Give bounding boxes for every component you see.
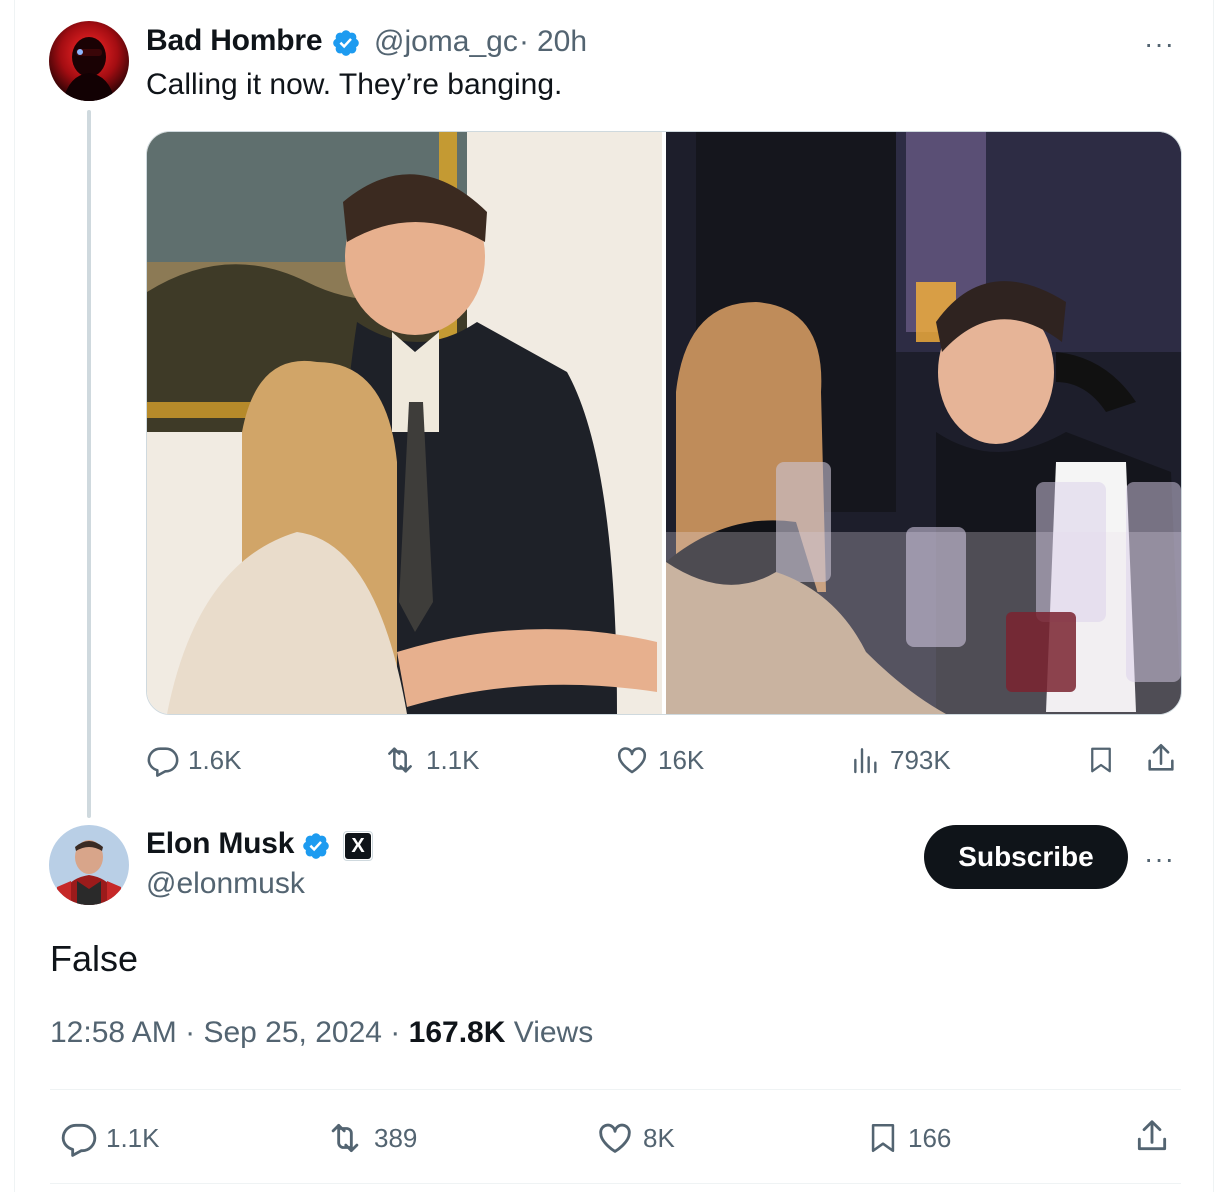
views-button[interactable]: 793K [850,743,951,777]
tweet-thread: Bad Hombre @joma_gc · 20h ··· Calling it… [0,0,1216,1192]
photo-left[interactable] [147,132,662,714]
divider [50,1089,1181,1090]
repost-icon [388,747,412,773]
x-logo-icon: X [345,833,371,859]
thread-connector-line [87,110,91,818]
like-count: 8K [643,1122,675,1153]
column-border-right [1213,0,1214,1192]
bookmark-icon [871,1123,895,1153]
views-label: Views [513,1016,594,1049]
verified-badge-icon[interactable] [301,831,331,861]
meta-separator: · [519,25,529,58]
share-button[interactable] [1133,1117,1171,1155]
more-options-icon[interactable]: ··· [1144,845,1175,873]
views-total: 167.8K [408,1016,506,1049]
repost-button[interactable]: 1.1K [382,743,480,777]
views-icon [854,748,877,774]
like-button[interactable]: 16K [614,743,704,777]
photo-right[interactable] [666,132,1181,714]
verified-badge-icon[interactable] [331,28,361,58]
divider [50,1183,1181,1184]
more-options-icon[interactable]: ··· [1144,30,1175,58]
repost-icon [331,1123,359,1153]
repost-button[interactable]: 389 [324,1119,417,1157]
reply-button[interactable]: 1.6K [146,743,242,777]
reply-icon [61,1123,97,1157]
tweet-date[interactable]: Sep 25, 2024 [203,1016,382,1049]
tweet-text: Calling it now. They’re banging. [146,68,563,101]
repost-count: 389 [374,1122,418,1153]
bookmark-button[interactable]: 166 [866,1119,951,1157]
avatar-elon-musk[interactable] [49,825,129,905]
bookmark-button[interactable] [1086,743,1116,777]
avatar-bad-hombre[interactable] [49,21,129,101]
heart-icon [599,1123,631,1153]
bookmark-count: 166 [908,1122,952,1153]
reply-icon [147,747,179,777]
like-button[interactable]: 8K [595,1119,675,1157]
tweet-text: False [50,938,139,979]
meta-separator: · [390,1016,401,1049]
affiliate-x-badge[interactable]: X [343,831,373,861]
author-name[interactable]: Elon Musk [146,827,294,861]
subscribe-button[interactable]: Subscribe [924,825,1128,889]
bookmark-icon [1091,747,1111,773]
share-button[interactable] [1144,741,1178,775]
tweet-time[interactable]: 12:58 AM [50,1016,177,1049]
reply-count: 1.6K [188,744,242,775]
like-count: 16K [658,744,705,775]
author-handle[interactable]: @elonmusk [146,867,305,901]
tweet-meta: 12:58 AM · Sep 25, 2024 · 167.8K Views [50,1016,593,1050]
tweet-time-ago[interactable]: 20h [537,25,587,59]
media-grid[interactable] [146,131,1182,715]
author-handle[interactable]: @joma_gc [374,25,518,59]
column-border-left [14,0,15,1192]
heart-icon [617,747,647,774]
share-icon [1137,1120,1167,1151]
repost-count: 1.1K [426,744,480,775]
share-icon [1148,743,1174,771]
meta-separator: · [185,1016,196,1049]
reply-count: 1.1K [106,1122,160,1153]
reply-button[interactable]: 1.1K [60,1119,160,1157]
views-count: 793K [890,744,951,775]
author-name[interactable]: Bad Hombre [146,24,323,58]
